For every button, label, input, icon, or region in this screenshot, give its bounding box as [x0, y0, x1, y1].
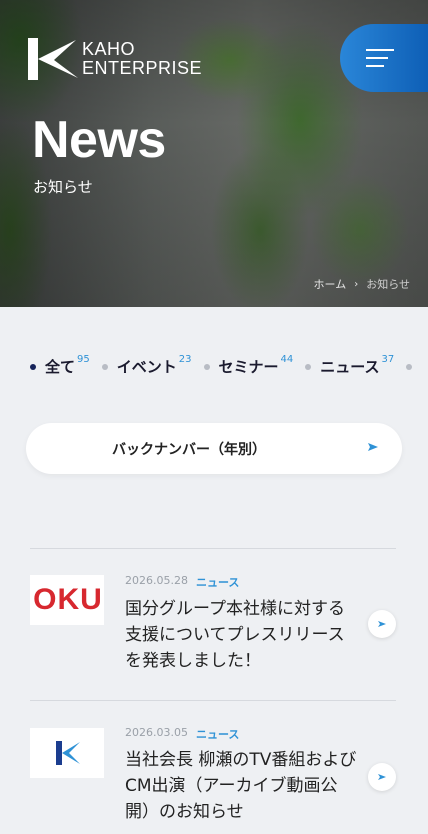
kaho-logo-icon: [56, 741, 80, 765]
breadcrumb-home[interactable]: ホーム: [314, 276, 347, 292]
news-title: 当社会長 柳瀬のTV番組およびCM出演（アーカイブ動画公開）のお知らせ: [125, 750, 357, 822]
category-filters: 全て 95 イベント 23 セミナー 44 ニュース 37: [30, 354, 428, 377]
filter-count: 37: [381, 354, 395, 365]
kokubu-logo: OKU: [33, 583, 103, 616]
filter-seminar[interactable]: セミナー 44: [203, 354, 294, 377]
menu-button[interactable]: [340, 24, 428, 92]
news-item[interactable]: 2026.03.05 ニュース 当社会長 柳瀬のTV番組およびCM出演（アーカイ…: [30, 700, 396, 834]
category-filter-bar: 全て 95 イベント 23 セミナー 44 ニュース 37: [0, 340, 428, 380]
dot-icon: [203, 363, 210, 370]
page-subtitle: お知らせ: [33, 178, 93, 196]
active-dot-icon: [30, 363, 36, 370]
news-thumbnail: OKU: [30, 575, 104, 625]
kaho-logo-icon: [28, 38, 78, 80]
chevron-right-icon: ›: [354, 278, 359, 290]
filter-more[interactable]: [406, 363, 421, 370]
filter-news[interactable]: ニュース 37: [305, 354, 395, 377]
news-category: ニュース: [195, 576, 240, 589]
news-arrow-button[interactable]: [368, 763, 396, 791]
hero-banner: KAHO ENTERPRISE News お知らせ ホーム › お知らせ: [0, 0, 428, 307]
news-thumbnail: [30, 728, 104, 778]
filter-count: 95: [77, 354, 90, 365]
backnumber-button[interactable]: バックナンバー（年別）: [26, 423, 402, 474]
logo-line-2: ENTERPRISE: [82, 58, 203, 78]
filter-label: イベント: [116, 358, 177, 376]
filter-label: 全て: [45, 358, 76, 376]
page-title: News: [32, 111, 166, 169]
breadcrumb-current: お知らせ: [366, 278, 410, 291]
dot-icon: [305, 363, 312, 370]
site-logo[interactable]: KAHO ENTERPRISE: [24, 34, 202, 84]
filter-count: 23: [178, 354, 192, 365]
filter-event[interactable]: イベント 23: [101, 354, 192, 377]
filter-label: ニュース: [320, 358, 380, 376]
filter-label: セミナー: [218, 358, 279, 376]
arrow-right-icon: [368, 443, 378, 451]
arrow-right-icon: [378, 621, 386, 627]
news-category: ニュース: [195, 728, 240, 741]
news-meta: 2026.03.05 ニュース: [125, 726, 239, 742]
backnumber-label: バックナンバー（年別）: [112, 441, 266, 458]
news-item[interactable]: OKU 2026.05.28 ニュース 国分グループ本社様に対する支援についてプ…: [30, 548, 396, 700]
hamburger-menu-icon: [366, 43, 394, 73]
breadcrumb: ホーム › お知らせ: [314, 276, 410, 292]
dot-icon: [101, 363, 108, 370]
arrow-right-icon: [378, 774, 386, 780]
news-meta: 2026.05.28 ニュース: [125, 574, 239, 590]
logo-line-1: KAHO: [82, 39, 136, 59]
logo-text: KAHO ENTERPRISE: [82, 40, 202, 78]
filter-count: 44: [280, 354, 294, 365]
news-arrow-button[interactable]: [368, 610, 396, 638]
news-title: 国分グループ本社様に対する支援についてプレスリリースを発表しました！: [125, 599, 345, 671]
news-date: 2026.03.05: [125, 726, 188, 739]
dot-icon: [406, 363, 413, 370]
filter-all[interactable]: 全て 95: [30, 354, 90, 377]
news-date: 2026.05.28: [125, 574, 188, 587]
